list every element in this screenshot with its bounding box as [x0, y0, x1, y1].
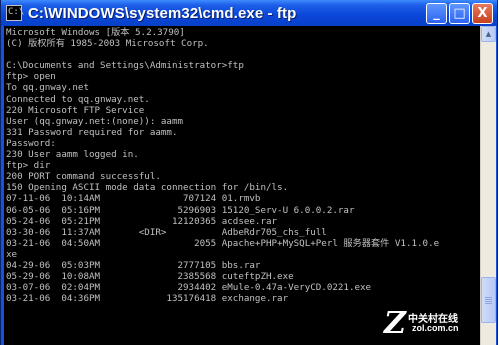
console-line: 03-21-06 04:50AM 2055 Apache+PHP+MySQL+P…	[6, 237, 440, 249]
console-line: xe	[6, 248, 18, 260]
console-line: C:\Documents and Settings\Administrator>…	[6, 60, 244, 72]
scroll-thumb-grip	[485, 301, 492, 302]
console-line: 220 Microsoft FTP Service	[6, 104, 145, 116]
minimize-button[interactable]: _	[426, 3, 447, 24]
console-line: 03-30-06 11:37AM <DIR> AdbeRdr705_chs_fu…	[6, 226, 327, 238]
console-line: 230 User aamm logged in.	[6, 149, 139, 161]
console-line: 06-05-06 05:16PM 5296903 15120_Serv-U 6.…	[6, 204, 355, 216]
console-line: 05-29-06 10:08AM 2385568 cuteftpZH.exe	[6, 271, 294, 283]
console-lines: Microsoft Windows [版本 5.2.3790] (C) 版权所有 …	[6, 27, 439, 304]
console-line: Password:	[6, 137, 56, 149]
minimize-icon: _	[433, 6, 440, 21]
zol-watermark: Z 中关村在线 zol.com.cn	[384, 306, 494, 341]
title-bar[interactable]: C:\ C:\WINDOWS\system32\cmd.exe - ftp _ …	[1, 0, 497, 26]
close-button[interactable]: X	[472, 3, 493, 24]
cmd-app-icon[interactable]: C:\	[6, 5, 25, 21]
console-line: Microsoft Windows [版本 5.2.3790]	[6, 27, 185, 38]
vertical-scrollbar[interactable]: ▲	[480, 26, 496, 345]
console-output[interactable]: Microsoft Windows [版本 5.2.3790] (C) 版权所有 …	[4, 26, 480, 345]
console-line: 03-21-06 04:36PM 135176418 exchange.rar	[6, 293, 289, 305]
scroll-thumb-grip	[485, 299, 492, 300]
console-line: User (qq.gnway.net:(none)): aamm	[6, 115, 184, 127]
console-line: 05-24-06 05:21PM 12120365 acdsee.rar	[6, 215, 278, 227]
console-line: 150 Opening ASCII mode data connection f…	[6, 182, 289, 194]
console-line: 07-11-06 10:14AM 707124 01.rmvb	[6, 193, 261, 205]
window-title: C:\WINDOWS\system32\cmd.exe - ftp	[28, 4, 297, 22]
console-line: ftp> open	[6, 71, 56, 83]
console-line: 200 PORT command successful.	[6, 171, 161, 183]
close-icon: X	[477, 6, 488, 21]
zol-logo-mark: Z	[384, 306, 406, 341]
window-controls: _ □ X	[426, 3, 493, 24]
scroll-up-button[interactable]: ▲	[481, 26, 496, 42]
console-line: Connected to qq.gnway.net.	[6, 93, 150, 105]
console-line: (C) 版权所有 1985-2003 Microsoft Corp.	[6, 38, 209, 50]
console-line: ftp> dir	[6, 160, 51, 172]
console-line: To qq.gnway.net	[6, 82, 89, 94]
scroll-thumb-grip	[485, 297, 492, 298]
scroll-thumb-grip	[485, 303, 492, 304]
maximize-icon: □	[453, 6, 466, 21]
console-line: 04-29-06 05:03PM 2777105 bbs.rar	[6, 259, 261, 271]
console-line: 03-07-06 02:04PM 2934402 eMule-0.47a-Ver…	[6, 282, 372, 294]
zol-watermark-site: zol.com.cn	[412, 323, 459, 333]
console-window: C:\ C:\WINDOWS\system32\cmd.exe - ftp _ …	[0, 0, 498, 345]
maximize-button[interactable]: □	[449, 3, 470, 24]
console-line: 331 Password required for aamm.	[6, 126, 178, 138]
scroll-up-arrow-icon: ▲	[485, 30, 492, 38]
cmd-icon-glyph: C:\	[8, 7, 25, 17]
